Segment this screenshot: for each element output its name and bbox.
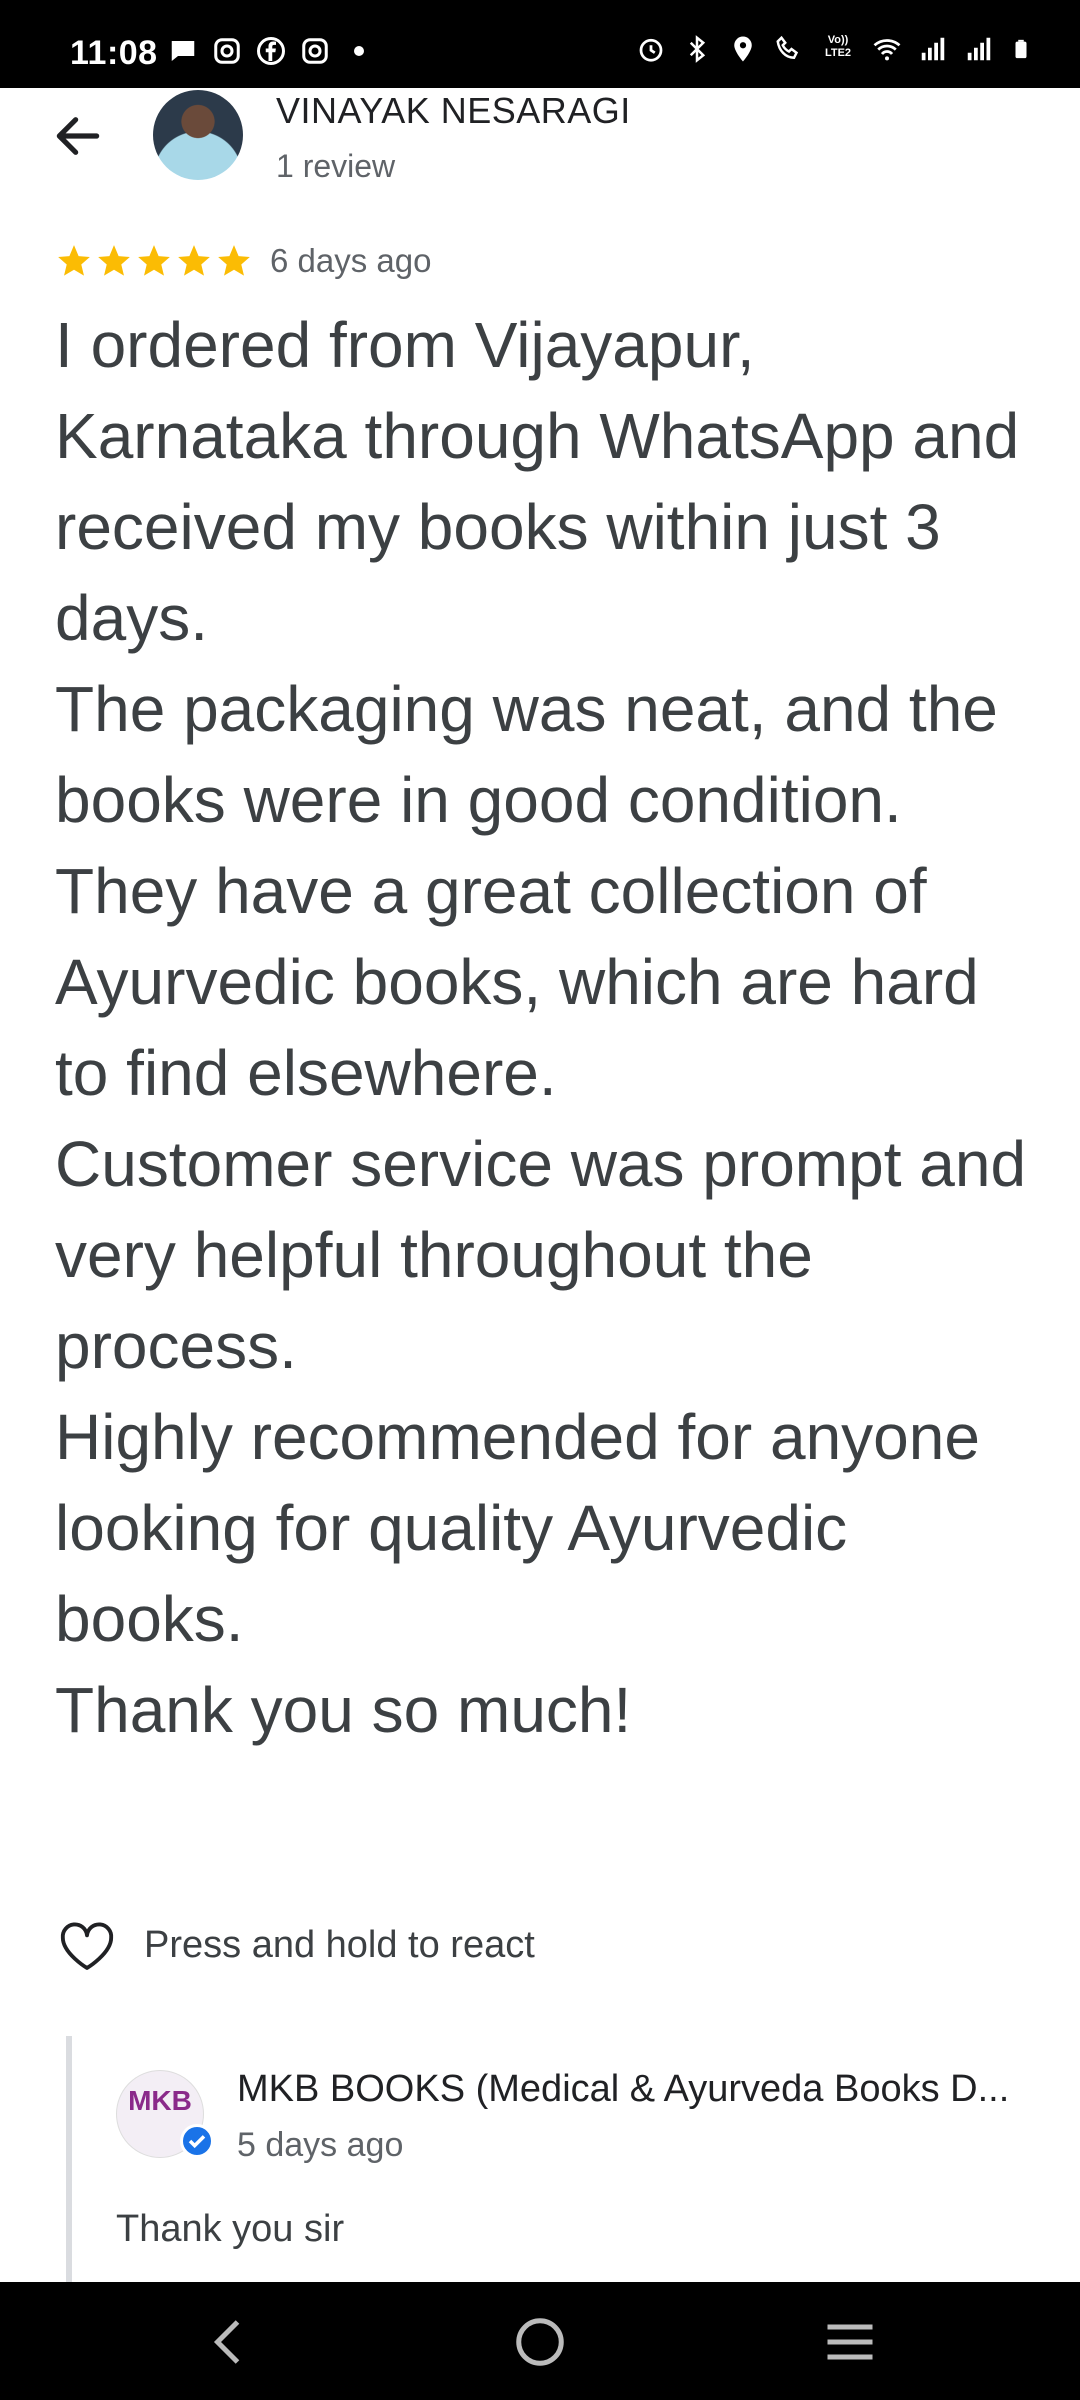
bluetooth-icon (689, 35, 706, 63)
owner-reply-text: Thank you sir (116, 2208, 345, 2250)
chat-bubble-icon (171, 41, 195, 61)
review-paragraph: I ordered from Vijayapur, Karnataka thro… (55, 309, 1020, 654)
instagram-icon (214, 38, 240, 64)
nav-home-icon[interactable] (510, 2312, 570, 2372)
navigation-bar (0, 2282, 1080, 2400)
react-label: Press and hold to react (144, 1923, 535, 1966)
wifi-calling-icon (776, 35, 799, 60)
dot-icon (354, 46, 364, 56)
owner-name[interactable]: MKB BOOKS (Medical & Ayurveda Books D... (237, 2068, 1057, 2111)
star-icon (178, 245, 210, 276)
signal-icon (921, 37, 945, 61)
facebook-icon (257, 37, 285, 65)
star-icon (98, 245, 130, 276)
review-text: I ordered from Vijayapur, Karnataka thro… (55, 300, 1045, 1756)
reviewer-name[interactable]: VINAYAK NESARAGI (276, 90, 631, 132)
star-icon (218, 245, 250, 276)
owner-logo-text: MKB (128, 2085, 192, 2116)
wifi-icon (873, 39, 901, 61)
owner-response-date: 5 days ago (237, 2126, 404, 2164)
nav-back-icon[interactable] (200, 2312, 260, 2372)
volte-icon: Vo)) LTE2 (824, 34, 852, 59)
review-count: 1 review (276, 148, 396, 184)
status-time: 11:08 (70, 34, 158, 72)
location-icon (734, 36, 752, 62)
verified-check-icon (180, 2124, 214, 2158)
signal-icon (967, 37, 991, 61)
status-bar: 11:08 Vo)) LTE2 (0, 0, 1080, 88)
instagram-icon (302, 38, 328, 64)
heart-icon (60, 1922, 114, 1970)
review-paragraph: Thank you so much! (55, 1674, 632, 1746)
react-button[interactable]: Press and hold to react (58, 1918, 535, 1972)
star-icon (138, 245, 170, 276)
nav-recents-icon[interactable] (820, 2312, 880, 2372)
review-date: 6 days ago (270, 242, 432, 279)
review-paragraph: Highly recommended for anyone looking fo… (55, 1401, 980, 1655)
response-divider (66, 2036, 72, 2286)
system-icons: Vo)) LTE2 (636, 34, 1032, 64)
avatar[interactable] (153, 90, 243, 180)
alarm-icon (639, 38, 663, 62)
battery-icon (1015, 39, 1027, 59)
review-paragraph: They have a great collection of Ayurvedi… (55, 855, 979, 1109)
notification-icons (168, 36, 374, 66)
review-paragraph: The packaging was neat, and the books we… (55, 673, 998, 836)
review-paragraph: Customer service was prompt and very hel… (55, 1128, 1027, 1382)
star-icon (58, 245, 90, 276)
back-arrow-icon[interactable] (50, 108, 106, 164)
star-rating (55, 242, 253, 280)
